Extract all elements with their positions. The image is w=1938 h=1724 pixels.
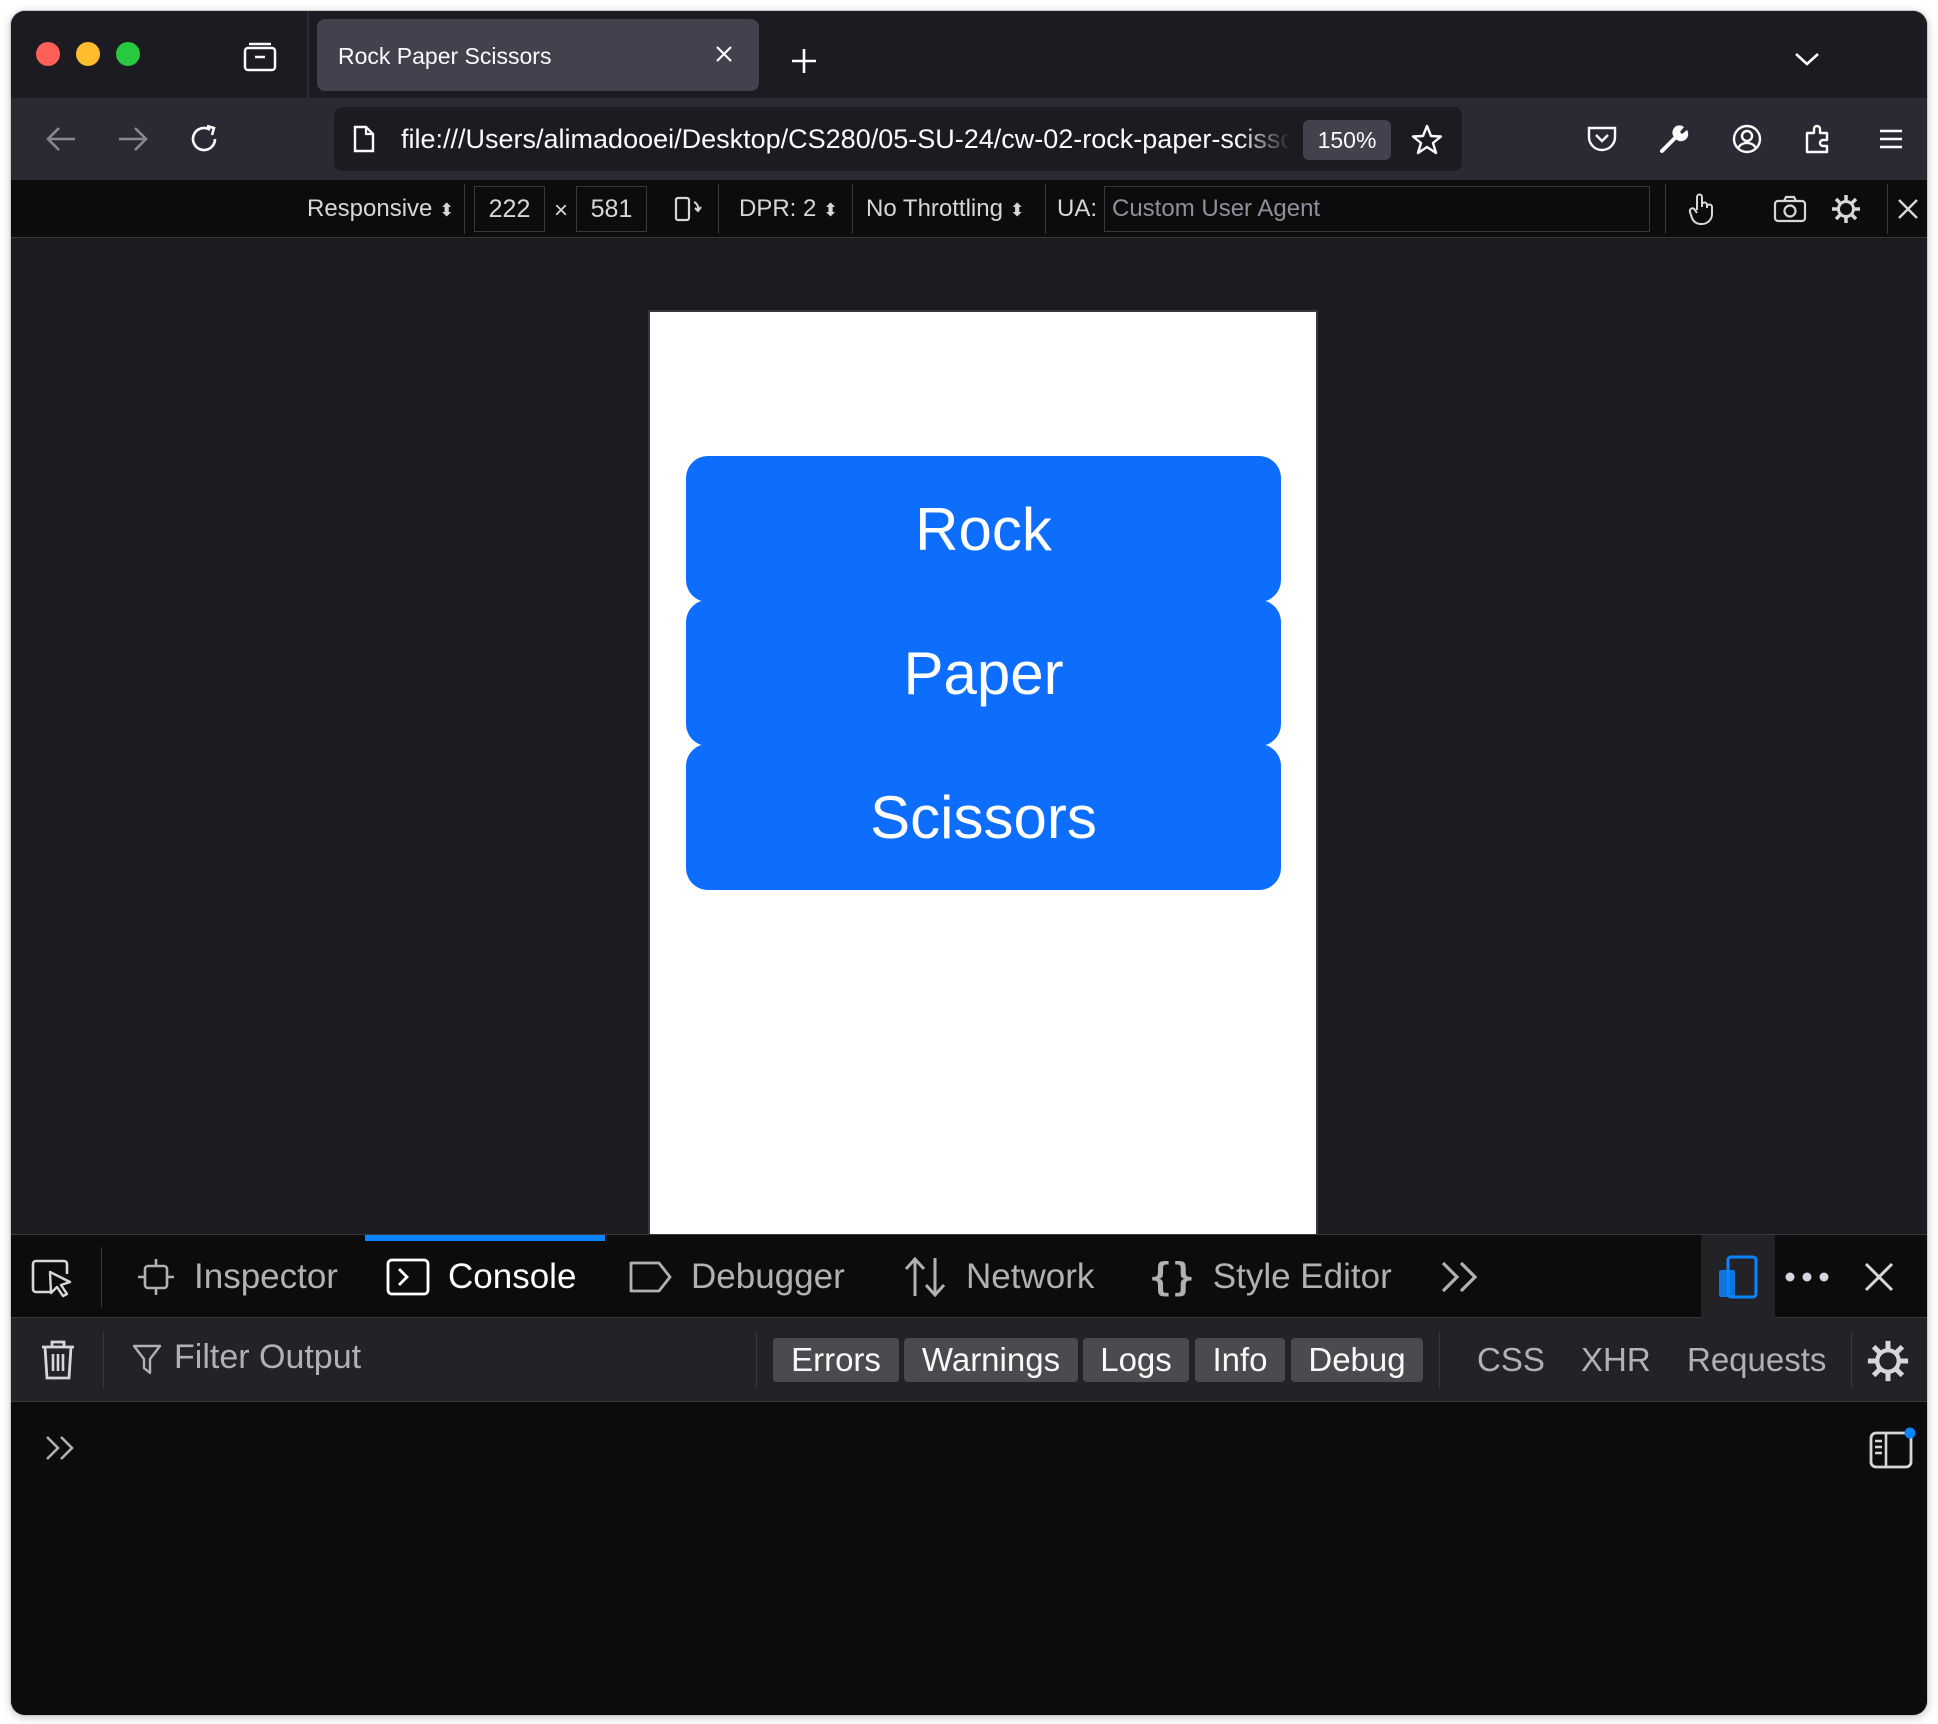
minimize-window-button[interactable]	[76, 42, 100, 66]
console-filter-bar: Filter Output Errors Warnings Logs Info …	[11, 1318, 1927, 1402]
toolbar-separator	[852, 184, 853, 234]
url-text[interactable]: file:///Users/alimadooei/Desktop/CS280/0…	[401, 124, 1291, 155]
close-icon[interactable]	[1888, 189, 1927, 229]
tab-rock-paper-scissors[interactable]: Rock Paper Scissors	[317, 19, 759, 91]
camera-icon[interactable]	[1770, 189, 1810, 229]
tab-console-label: Console	[448, 1256, 577, 1296]
css-filter-button[interactable]: CSS	[1477, 1338, 1545, 1382]
double-chevron-icon	[41, 1428, 81, 1468]
sidebar-icon[interactable]	[1867, 1426, 1917, 1472]
browser-window: Rock Paper Scissors file:///Users/alimad…	[11, 11, 1927, 1715]
tab-debugger-label: Debugger	[691, 1256, 845, 1296]
star-icon[interactable]	[1408, 121, 1446, 159]
console-icon	[386, 1257, 430, 1297]
toolbar-separator	[1045, 184, 1046, 234]
filter-separator	[1851, 1332, 1852, 1388]
console-output[interactable]	[11, 1402, 1927, 1715]
devtools-tab-bar: Inspector Console Debugger Network {} St…	[11, 1234, 1927, 1318]
viewport-width-input[interactable]: 222	[474, 186, 545, 232]
reload-icon[interactable]	[181, 116, 227, 162]
debugger-icon	[627, 1259, 673, 1295]
filter-output-input[interactable]: Filter Output	[174, 1338, 361, 1377]
inspector-icon	[136, 1257, 176, 1297]
up-down-chevron-icon: ⬍	[439, 200, 455, 220]
tab-console[interactable]: Console	[386, 1235, 576, 1318]
pocket-icon[interactable]	[1579, 116, 1625, 162]
filter-icon	[130, 1342, 164, 1378]
dpr-selector[interactable]: DPR: 2 ⬍	[739, 195, 838, 223]
viewport-area: Rock Paper Scissors	[11, 238, 1927, 1234]
rotate-icon[interactable]	[668, 189, 708, 229]
zoom-window-button[interactable]	[116, 42, 140, 66]
trash-icon[interactable]	[35, 1337, 81, 1383]
throttling-selector[interactable]: No Throttling ⬍	[866, 195, 1025, 223]
tab-style-editor-label: Style Editor	[1212, 1256, 1392, 1296]
tab-title: Rock Paper Scissors	[338, 43, 552, 69]
paper-button[interactable]: Paper	[686, 600, 1281, 746]
tab-network[interactable]: Network	[902, 1235, 1094, 1318]
account-icon[interactable]	[1724, 116, 1770, 162]
touch-icon[interactable]	[1681, 189, 1721, 229]
close-icon[interactable]	[1857, 1255, 1901, 1299]
rock-button[interactable]: Rock	[686, 456, 1281, 602]
logs-filter-button[interactable]: Logs	[1083, 1338, 1189, 1382]
errors-filter-button[interactable]: Errors	[773, 1338, 899, 1382]
xhr-filter-button[interactable]: XHR	[1581, 1338, 1651, 1382]
scissors-button[interactable]: Scissors	[686, 744, 1281, 890]
filter-separator	[756, 1332, 757, 1388]
toolbar-separator	[464, 184, 465, 234]
device-viewport: Rock Paper Scissors	[648, 310, 1318, 1234]
ua-label: UA:	[1057, 195, 1098, 222]
up-down-chevron-icon: ⬍	[823, 200, 839, 220]
url-bar[interactable]: file:///Users/alimadooei/Desktop/CS280/0…	[334, 107, 1462, 171]
close-window-button[interactable]	[36, 42, 60, 66]
wrench-icon[interactable]	[1651, 116, 1697, 162]
braces-icon: {}	[1149, 1254, 1195, 1299]
tab-separator	[101, 1247, 102, 1307]
dimension-separator: ×	[554, 197, 569, 224]
more-tabs-button[interactable]	[1439, 1235, 1501, 1318]
throttling-label: No Throttling	[866, 195, 1003, 222]
tab-network-label: Network	[966, 1256, 1095, 1296]
device-selector[interactable]: Responsive ⬍	[307, 195, 454, 223]
viewport-height-input[interactable]: 581	[576, 186, 647, 232]
gear-icon[interactable]	[1863, 1336, 1913, 1386]
plus-icon[interactable]	[788, 45, 820, 77]
back-arrow-icon[interactable]	[38, 116, 84, 162]
dpr-label: DPR: 2	[739, 195, 817, 222]
info-filter-button[interactable]: Info	[1195, 1338, 1285, 1382]
requests-filter-button[interactable]: Requests	[1687, 1338, 1826, 1382]
tab-separator	[307, 11, 309, 98]
zoom-badge[interactable]: 150%	[1303, 120, 1391, 160]
file-icon	[352, 125, 380, 153]
tab-inspector-label: Inspector	[194, 1256, 338, 1296]
hamburger-icon[interactable]	[1868, 116, 1914, 162]
network-icon	[902, 1256, 948, 1298]
device-selector-label: Responsive	[307, 195, 433, 222]
user-agent-input[interactable]: Custom User Agent	[1104, 186, 1650, 232]
tab-style-editor[interactable]: {} Style Editor	[1149, 1235, 1392, 1318]
close-icon[interactable]	[707, 37, 741, 71]
filter-separator	[103, 1332, 104, 1388]
filter-separator	[1439, 1332, 1440, 1388]
picker-icon[interactable]	[27, 1253, 77, 1303]
puzzle-icon[interactable]	[1796, 116, 1842, 162]
title-bar: Rock Paper Scissors	[11, 11, 1927, 98]
navigation-bar: file:///Users/alimadooei/Desktop/CS280/0…	[11, 98, 1927, 180]
forward-arrow-icon[interactable]	[110, 116, 156, 162]
gear-icon[interactable]	[1826, 189, 1866, 229]
toolbar-separator	[718, 184, 719, 234]
tab-view-icon[interactable]	[240, 37, 280, 77]
chevron-down-icon[interactable]	[1790, 45, 1824, 73]
tab-debugger[interactable]: Debugger	[627, 1235, 845, 1318]
double-chevron-icon	[1439, 1259, 1483, 1295]
debug-filter-button[interactable]: Debug	[1291, 1338, 1423, 1382]
device-icon[interactable]	[1701, 1235, 1775, 1318]
tab-inspector[interactable]: Inspector	[136, 1235, 338, 1318]
responsive-toolbar: Responsive ⬍ 222 × 581 DPR: 2 ⬍ No Throt…	[11, 180, 1927, 238]
warnings-filter-button[interactable]: Warnings	[904, 1338, 1078, 1382]
meatball-icon[interactable]	[1779, 1253, 1835, 1301]
toolbar-separator	[1665, 184, 1666, 234]
up-down-chevron-icon: ⬍	[1009, 200, 1025, 220]
